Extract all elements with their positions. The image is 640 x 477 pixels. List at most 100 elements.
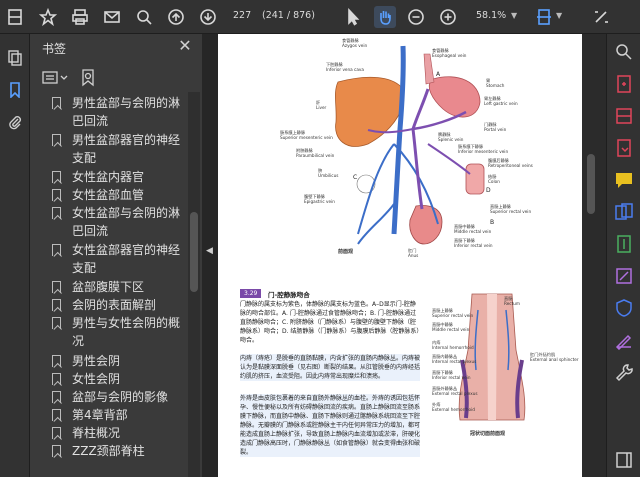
previous-page-icon[interactable]	[165, 6, 187, 28]
page-fit-icon[interactable]	[533, 6, 555, 28]
bookmark-item[interactable]: 男性盆部器官的神经支配	[30, 131, 188, 167]
page-fit-dropdown-icon[interactable]: ▼	[556, 11, 562, 20]
bookmarks-panel-icon[interactable]	[7, 82, 23, 99]
zoom-tool-icon[interactable]	[614, 42, 634, 62]
bookmark-icon	[52, 97, 61, 109]
bookmark-icon	[52, 244, 61, 256]
bookmark-icon	[52, 299, 61, 311]
select-cursor-icon[interactable]	[342, 6, 364, 28]
collapse-right-panel-icon[interactable]	[614, 450, 634, 470]
more-tools-icon[interactable]	[590, 6, 612, 28]
bookmark-label: ZZZ颈部脊柱	[72, 444, 145, 458]
fig-label: 结肠 Colon	[488, 174, 500, 184]
sign-icon[interactable]	[614, 330, 634, 351]
fig-label: 肠系膜下静脉 Inferior mesenteric vein	[458, 144, 509, 154]
fig-label: 门静脉 Portal vein	[484, 122, 507, 132]
svg-text:C: C	[353, 174, 357, 181]
body-paragraph: 门静脉的属支标为紫色，体静脉的属支标为蓝色。A–D显示门-腔静脉的吻合部位。A.…	[240, 301, 420, 344]
pdf-page: A B C D 食管静脉 Azygos vein 下腔静脉 Inferior ven…	[218, 34, 584, 477]
zoom-in-icon[interactable]	[437, 6, 459, 28]
bookmark-icon	[52, 373, 61, 385]
comment-icon[interactable]	[614, 170, 634, 190]
bookmark-label: 盆部与会阴的影像	[72, 390, 169, 404]
bookmark-label: 女性会阴	[72, 372, 121, 386]
body-paragraph: 外痔是由皮肤包裹着的来自直肠外静脉丛的血栓。外痔的诱因包括怀孕、慢性便秘以及所有…	[240, 394, 421, 457]
create-pdf-icon[interactable]	[614, 74, 634, 94]
bookmark-icon	[52, 355, 61, 367]
bookmark-label: 男性盆部与会阴的淋巴回流	[72, 96, 181, 128]
bookmarks-panel: 书签 ✕ 男性盆部与会阴的淋巴回流 男性盆部器官的神经支配 女性盆内器官 女性盆部血管…	[30, 34, 209, 477]
svg-text:A: A	[436, 71, 441, 78]
search-icon[interactable]	[133, 6, 155, 28]
bookmark-label: 女性盆内器官	[72, 170, 145, 184]
find-bookmark-icon[interactable]	[80, 69, 96, 87]
figure-caption: 冠状切面前面观	[470, 431, 506, 437]
pages-panel-icon[interactable]	[7, 50, 23, 66]
combine-files-icon[interactable]	[614, 202, 634, 222]
bookmark-options-icon[interactable]	[42, 70, 70, 86]
edit-pdf-icon[interactable]	[614, 266, 634, 286]
bookmark-label: 男性盆部器官的神经支配	[72, 133, 181, 165]
right-tools-bar	[606, 34, 640, 477]
email-icon[interactable]	[101, 6, 123, 28]
bookmarks-scrollbar[interactable]	[188, 92, 200, 477]
compress-pdf-icon[interactable]	[614, 234, 634, 254]
fig-label: 直肠上静脉 Superior rectal vein	[490, 204, 532, 214]
more-tools-wrench-icon[interactable]	[614, 362, 634, 382]
viewer-left-arrow[interactable]: ◀	[206, 246, 213, 256]
bookmark-label: 盆部腹膜下区	[72, 280, 145, 294]
bookmarks-scroll-thumb[interactable]	[190, 212, 198, 292]
zoom-dropdown-icon[interactable]: ▼	[511, 11, 517, 20]
fig-label: 下腔静脉 Inferior vena cava	[326, 62, 364, 72]
fig-label: 肠系膜上静脉 Superior mesenteric vein	[280, 130, 333, 140]
fig-label: 直肠下静脉 Inferior rectal vein	[454, 238, 493, 248]
attachments-panel-icon[interactable]	[7, 114, 23, 130]
bookmark-item[interactable]: ZZZ颈部脊柱	[30, 442, 188, 477]
close-icon[interactable]: ✕	[176, 37, 194, 55]
print-icon[interactable]	[69, 6, 91, 28]
zoom-out-icon[interactable]	[405, 6, 427, 28]
fig-label: 胃 Stomach	[486, 78, 505, 88]
hand-tool-icon[interactable]	[374, 6, 396, 28]
fig-label: 直肠内静脉丛 Internal rectal plexus	[432, 354, 477, 364]
bookmark-item[interactable]: 男性与女性会阴的概况	[30, 314, 188, 350]
bookmark-icon	[52, 171, 61, 183]
fig-label: 腹壁下静脉 Epigastric vein	[304, 194, 335, 204]
fig-label: 直肠中静脉 Middle rectal vein	[454, 224, 492, 234]
document-scrollbar[interactable]	[582, 34, 606, 477]
fig-label: 直肠上静脉 Superior rectal vein	[432, 308, 474, 318]
svg-text:D: D	[486, 187, 491, 194]
page-count-label: (241 / 876)	[262, 10, 315, 21]
export-pdf-icon[interactable]	[614, 138, 634, 158]
bookmark-label: 会阴的表面解剖	[72, 298, 157, 312]
fig-label: 肛门外括约肌 External anal sphincter	[530, 352, 579, 362]
protect-icon[interactable]	[614, 298, 634, 318]
document-viewer: ◀ A B C D 食管静脉 Azygos vein 下腔静脉 Inferior…	[202, 34, 606, 477]
bookmark-label: 男性与女性会阴的概况	[72, 316, 181, 348]
fig-label: 肝 Liver	[316, 100, 327, 110]
current-page-input[interactable]: 227	[233, 10, 251, 21]
bookmark-list: 男性盆部与会阴的淋巴回流 男性盆部器官的神经支配女性盆内器官 女性盆部血管女性盆部与…	[30, 92, 190, 477]
bookmark-star-icon[interactable]	[37, 6, 59, 28]
fig-label: 直肠外静脉丛 External rectal plexus	[432, 386, 478, 396]
section-number-badge: 3.29	[240, 289, 262, 298]
fig-label: 胃左静脉 Left gastric vein	[484, 96, 518, 106]
page-thumbnails-icon[interactable]	[4, 6, 26, 28]
zoom-level-select[interactable]: 58.1%	[476, 10, 506, 21]
bookmark-label: 女性盆部器官的神经支配	[72, 243, 181, 275]
document-scroll-thumb[interactable]	[587, 154, 595, 214]
fig-label: 附脐静脉 Paraumbilical vein	[296, 148, 335, 158]
next-page-icon[interactable]	[197, 6, 219, 28]
bookmark-label: 脊柱概况	[72, 426, 121, 440]
figure-caption: 前面观	[338, 249, 354, 255]
fig-label: 直肠中静脉 Middle rectal vein	[432, 322, 470, 332]
organize-pages-icon[interactable]	[614, 106, 634, 126]
bookmark-label: 男性会阴	[72, 354, 121, 368]
bookmark-label: 女性盆部血管	[72, 188, 145, 202]
fig-label: 直肠下静脉 Inferior rectal vein	[432, 370, 471, 380]
fig-label: 肛门 Anus	[408, 248, 419, 258]
bookmark-item[interactable]: 女性盆部器官的神经支配	[30, 241, 188, 277]
bookmark-item[interactable]: 女性盆部与会阴的淋巴回流	[30, 204, 188, 240]
bookmark-item[interactable]: 男性盆部与会阴的淋巴回流	[30, 94, 188, 130]
bookmark-icon	[52, 427, 61, 439]
